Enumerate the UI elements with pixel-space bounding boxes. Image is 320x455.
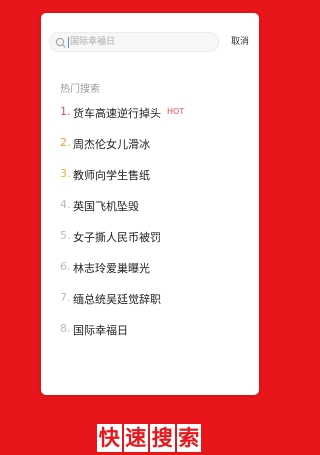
banner-char: 快 (97, 424, 122, 452)
search-bar: 取消 (49, 32, 251, 52)
hot-search-title: 热门搜索 (60, 84, 100, 95)
hot-search-list: 1. 货车高速逆行掉头 HOT 2. 周杰伦女儿滑冰 3. 教师向学生售纸 4.… (60, 105, 259, 353)
quick-search-banner: 快 速 搜 索 (97, 424, 203, 452)
hot-search-item-2[interactable]: 2. 周杰伦女儿滑冰 (60, 136, 259, 167)
hot-search-text: 缅总统吴廷觉辞职 (73, 293, 161, 306)
search-card: 取消 热门搜索 1. 货车高速逆行掉头 HOT 2. 周杰伦女儿滑冰 3. 教师… (41, 13, 259, 395)
rank-number: 7. (60, 291, 71, 304)
rank-number: 4. (60, 198, 71, 211)
hot-badge: HOT (167, 107, 185, 116)
hot-search-text: 林志玲爱巢曝光 (73, 262, 150, 275)
rank-number: 3. (60, 167, 71, 180)
hot-search-text: 女子撕人民币被罚 (73, 231, 161, 244)
banner-char: 速 (123, 424, 148, 452)
hot-search-text: 教师向学生售纸 (73, 169, 150, 182)
rank-number: 2. (60, 136, 71, 149)
hot-search-text: 货车高速逆行掉头 (73, 107, 161, 120)
text-cursor (68, 37, 69, 48)
search-input[interactable] (70, 33, 215, 51)
search-box[interactable] (49, 32, 219, 52)
banner-char: 搜 (150, 424, 175, 452)
hot-search-text: 英国飞机坠毁 (73, 200, 139, 213)
banner-char: 索 (176, 424, 201, 452)
rank-number: 6. (60, 260, 71, 273)
rank-number: 1. (60, 105, 71, 118)
hot-search-text: 周杰伦女儿滑冰 (73, 138, 150, 151)
hot-search-item-4[interactable]: 4. 英国飞机坠毁 (60, 198, 259, 229)
hot-search-item-7[interactable]: 7. 缅总统吴廷觉辞职 (60, 291, 259, 322)
hot-search-item-3[interactable]: 3. 教师向学生售纸 (60, 167, 259, 198)
hot-search-text: 国际幸福日 (73, 324, 128, 337)
hot-search-item-8[interactable]: 8. 国际幸福日 (60, 322, 259, 353)
hot-search-item-6[interactable]: 6. 林志玲爱巢曝光 (60, 260, 259, 291)
hot-search-item-1[interactable]: 1. 货车高速逆行掉头 HOT (60, 105, 259, 136)
hot-search-item-5[interactable]: 5. 女子撕人民币被罚 (60, 229, 259, 260)
search-icon (55, 37, 66, 48)
rank-number: 8. (60, 322, 71, 335)
cancel-button[interactable]: 取消 (231, 34, 249, 47)
rank-number: 5. (60, 229, 71, 242)
